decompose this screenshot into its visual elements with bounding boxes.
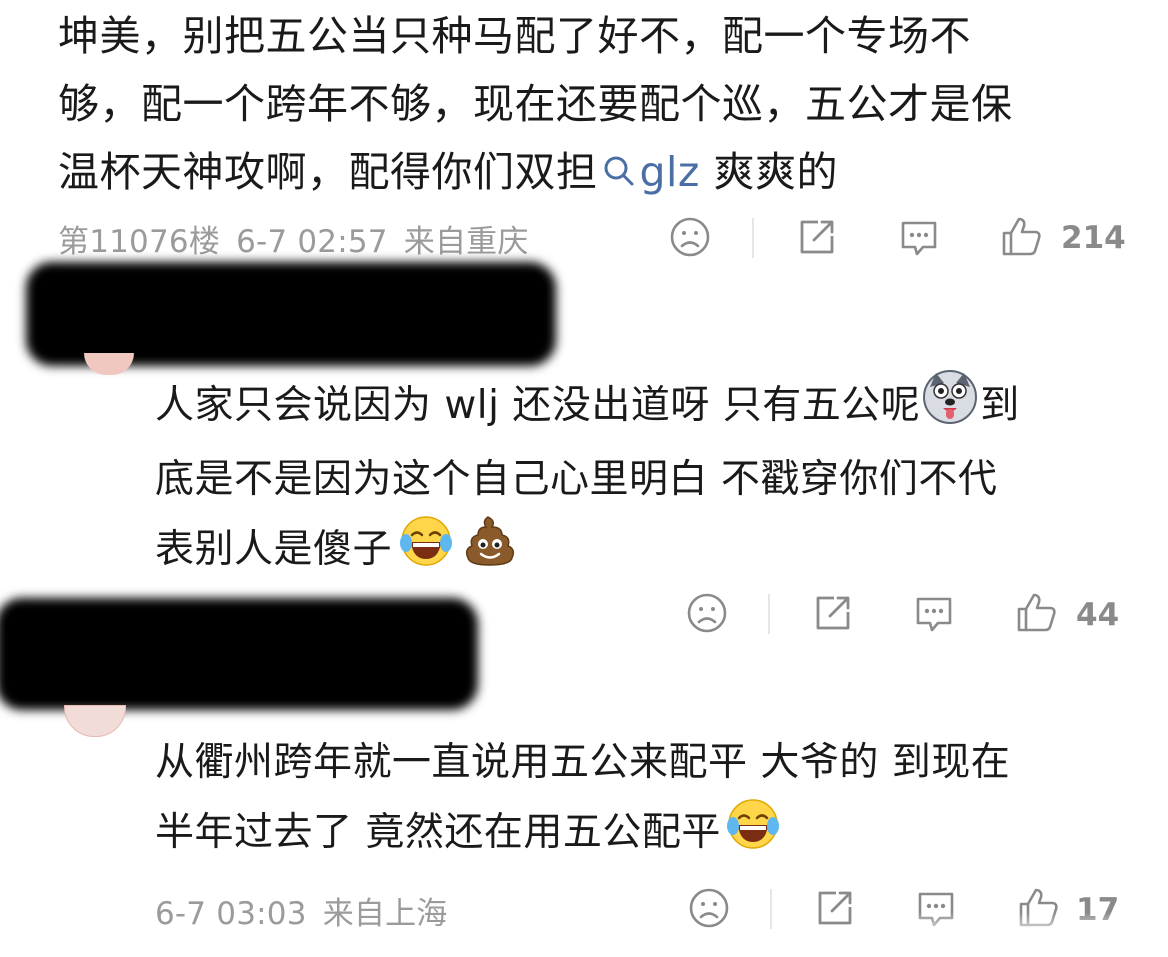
reply-1-line-2: 底是不是因为这个自己心里明白 不戳穿你们不代 [155, 457, 998, 502]
bottom-fade [860, 912, 1168, 957]
thumbs-up-icon[interactable] [1000, 214, 1044, 258]
comment-icon[interactable] [897, 216, 941, 260]
tears-of-joy-icon [398, 513, 454, 590]
comment-location: 来自上海 [322, 896, 448, 932]
floor-number: 第11076楼 [58, 224, 221, 260]
share-icon[interactable] [796, 216, 838, 258]
topic-label: glz [639, 148, 700, 196]
comment-time: 6-7 02:57 [236, 224, 388, 260]
dog-emoji-icon [922, 369, 978, 446]
comment-icon[interactable] [912, 592, 956, 636]
divider [752, 218, 754, 258]
redacted-user-info [26, 262, 556, 366]
tears-of-joy-icon [725, 796, 781, 873]
reply-1-line-1: 人家只会说因为 wlj 还没出道呀 只有五公呢 到 [155, 369, 1155, 446]
main-comment-line-3: 温杯天神攻啊，配得你们双担 glz 爽爽的 [58, 148, 838, 196]
main-comment-line-2: 够，配一个跨年不够，现在还要配个巡，五公才是保 [58, 80, 1013, 128]
thumbs-up-icon[interactable] [1015, 590, 1059, 634]
avatar-fragment [84, 353, 134, 375]
reply-2-text: 从衢州跨年就一直说用五公来配平 大爷的 到现在 半年过去了 竟然还在用五公配平 [155, 729, 1155, 873]
share-icon[interactable] [812, 592, 854, 634]
main-comment-text: 坤美，别把五公当只种马配了好不，配一个专场不 够，配一个跨年不够，现在还要配个巡… [58, 2, 1158, 206]
main-comment-meta: 第11076楼 6-7 02:57 来自重庆 [58, 216, 529, 261]
divider [770, 889, 772, 929]
comment-time: 6-7 03:03 [155, 896, 307, 932]
reply-1-line-3: 表别人是傻子 [155, 513, 1155, 590]
reply-2-meta: 6-7 03:03 来自上海 [155, 888, 448, 933]
share-icon[interactable] [814, 887, 856, 929]
like-count: 44 [1076, 597, 1120, 633]
frown-icon[interactable] [669, 216, 711, 258]
frown-icon[interactable] [688, 887, 730, 929]
comment-location: 来自重庆 [403, 224, 529, 260]
divider [768, 594, 770, 634]
frown-icon[interactable] [686, 592, 728, 634]
reply-2-line-2: 半年过去了 竟然还在用五公配平 [155, 796, 1155, 873]
reply-2-line-1: 从衢州跨年就一直说用五公来配平 大爷的 到现在 [155, 740, 1011, 785]
poop-emoji-icon [462, 513, 518, 590]
avatar-fragment [64, 705, 126, 737]
redacted-user-info [0, 598, 478, 710]
like-count: 214 [1061, 220, 1126, 256]
main-comment-line-1: 坤美，别把五公当只种马配了好不，配一个专场不 [58, 12, 971, 60]
search-icon [602, 154, 636, 188]
topic-link[interactable]: glz [598, 148, 700, 196]
reply-1-text: 人家只会说因为 wlj 还没出道呀 只有五公呢 到 底是不是因为这个自己心里明白… [155, 369, 1155, 590]
